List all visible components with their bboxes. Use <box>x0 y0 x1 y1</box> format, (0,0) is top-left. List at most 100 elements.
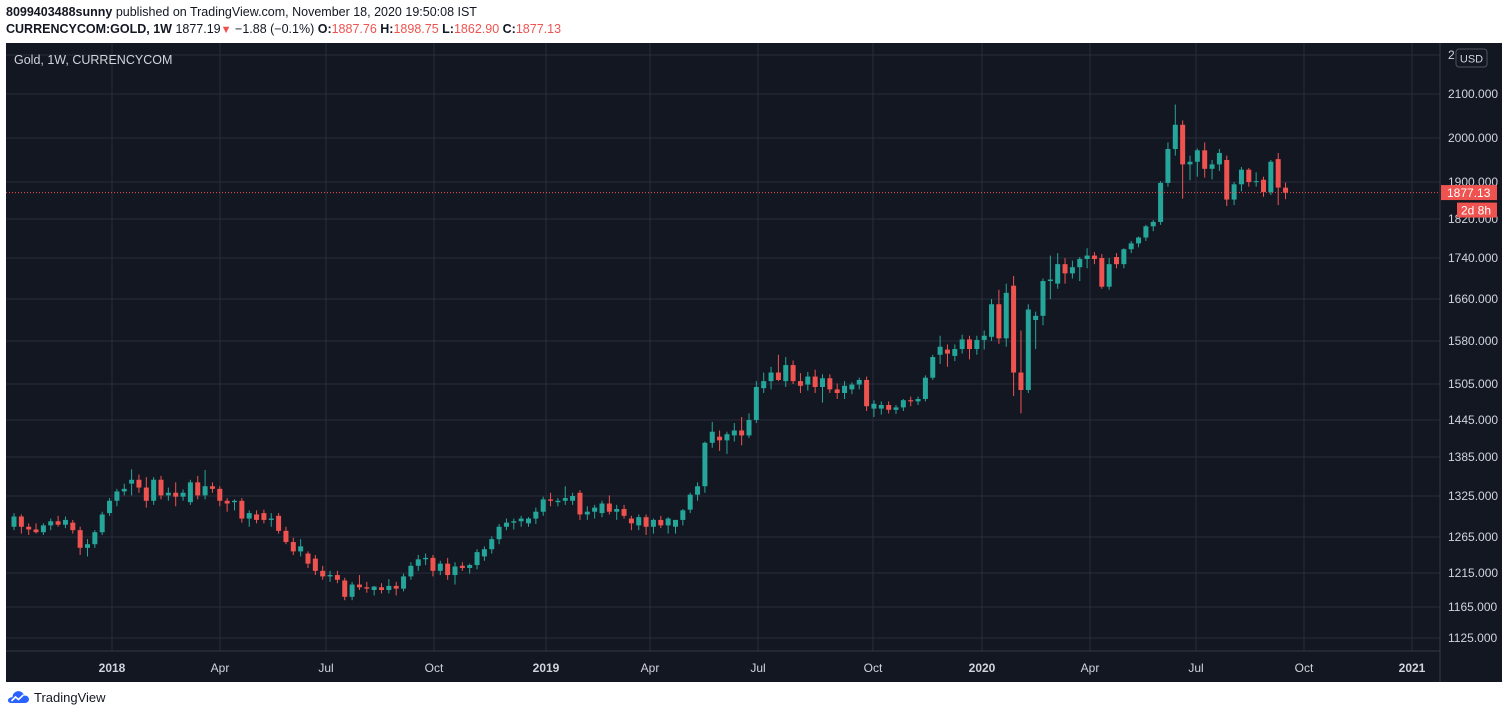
candle <box>129 469 135 496</box>
candle <box>864 376 870 411</box>
candle <box>481 546 487 561</box>
candle <box>1062 258 1068 284</box>
candle <box>62 516 68 529</box>
candle <box>445 557 451 580</box>
candle <box>827 374 833 393</box>
candle <box>268 513 274 527</box>
candle <box>1040 278 1046 326</box>
candle <box>915 396 921 405</box>
candle <box>1246 167 1252 187</box>
time-tick-label: Jul <box>1188 661 1203 675</box>
candle <box>107 498 113 516</box>
candle <box>1018 330 1024 414</box>
last-price-tag-label: 1877.13 <box>1447 186 1491 200</box>
candle <box>614 504 620 520</box>
currency-label: USD <box>1460 54 1483 66</box>
candle <box>695 482 701 501</box>
candle <box>893 405 899 414</box>
candle <box>48 518 54 531</box>
candle <box>952 344 958 362</box>
time-tick-label: Oct <box>864 661 883 675</box>
candle <box>922 375 928 402</box>
price-tick-label: 1385.000 <box>1448 450 1498 464</box>
price-tick-label: 2000.000 <box>1448 131 1498 145</box>
time-tick-label: Oct <box>1295 661 1314 675</box>
candle <box>570 492 576 505</box>
candle <box>401 573 407 592</box>
candle <box>1238 167 1244 192</box>
price-tick-label: 1740.000 <box>1448 251 1498 265</box>
candle <box>85 539 90 557</box>
candle <box>165 487 171 501</box>
candle <box>1261 176 1266 197</box>
candle <box>761 372 767 393</box>
candle <box>1187 155 1193 181</box>
candle <box>1136 236 1142 248</box>
usd-button[interactable]: USD <box>1455 48 1488 68</box>
candle <box>746 413 752 438</box>
candlestick-chart[interactable]: 2…002100.0002000.0001900.0001820.0001740… <box>6 43 1502 682</box>
candle <box>217 486 223 507</box>
candle <box>577 490 583 520</box>
time-tick-label: 2021 <box>1399 661 1426 675</box>
candle <box>702 441 708 493</box>
candle <box>1283 182 1289 200</box>
candle <box>599 500 605 518</box>
candle <box>959 334 965 354</box>
candle <box>496 524 502 545</box>
candle <box>1128 240 1134 254</box>
candle <box>533 507 539 525</box>
publish-date: published on TradingView.com, November 1… <box>115 5 477 19</box>
tradingview-logo[interactable]: TradingView <box>6 689 106 705</box>
candle <box>518 515 524 527</box>
candle <box>584 506 590 520</box>
publish-info: 8099403488sunny published on TradingView… <box>6 5 477 19</box>
candle <box>680 508 686 526</box>
candle <box>1268 160 1274 195</box>
price-tick-label: 1265.000 <box>1448 530 1498 544</box>
candle <box>261 509 267 524</box>
candle <box>687 492 693 514</box>
candle <box>1106 258 1112 290</box>
time-axis[interactable]: 2018 Apr Jul Oct 2019 Apr Jul Oct 2020 Apr Jul Oct 2… <box>99 661 1426 675</box>
candle <box>1033 311 1039 350</box>
candle <box>650 518 656 534</box>
candle <box>114 488 120 507</box>
candle <box>797 373 803 393</box>
price-change: −1.88 (−0.1%) <box>235 22 315 36</box>
candle <box>173 482 179 507</box>
publisher-name: 8099403488sunny <box>6 5 113 19</box>
price-tick-label: 1325.000 <box>1448 489 1498 503</box>
time-tick-label: Jul <box>750 661 765 675</box>
price-axis[interactable]: 2…002100.0002000.0001900.0001820.0001740… <box>1448 48 1498 645</box>
candle <box>731 423 737 442</box>
candle <box>33 523 39 534</box>
low-label: L: <box>442 22 454 36</box>
candle <box>790 360 796 384</box>
candle <box>709 421 715 448</box>
candle <box>621 504 627 519</box>
candle <box>628 515 634 531</box>
candle <box>246 510 252 527</box>
candle <box>871 400 877 417</box>
chart-panel[interactable]: 2…002100.0002000.0001900.0001820.0001740… <box>6 43 1502 682</box>
candle <box>40 523 46 535</box>
candle <box>224 498 230 512</box>
candle <box>371 585 377 596</box>
symbol-label: CURRENCYCOM:GOLD, 1W <box>6 22 172 36</box>
candle <box>26 523 32 535</box>
candle <box>290 537 296 555</box>
candle <box>99 511 105 535</box>
candle <box>540 496 546 516</box>
candle <box>143 477 149 508</box>
price-tick-label: 1165.000 <box>1448 600 1497 614</box>
candle <box>592 504 598 519</box>
candle <box>606 495 612 515</box>
price-tick-label: 1215.000 <box>1448 566 1498 580</box>
candle <box>312 555 318 576</box>
candle <box>1150 219 1156 232</box>
price-tick-label: 1445.000 <box>1448 413 1498 427</box>
candle <box>77 526 83 555</box>
candle <box>1275 152 1281 206</box>
low-value: 1862.90 <box>453 22 500 36</box>
